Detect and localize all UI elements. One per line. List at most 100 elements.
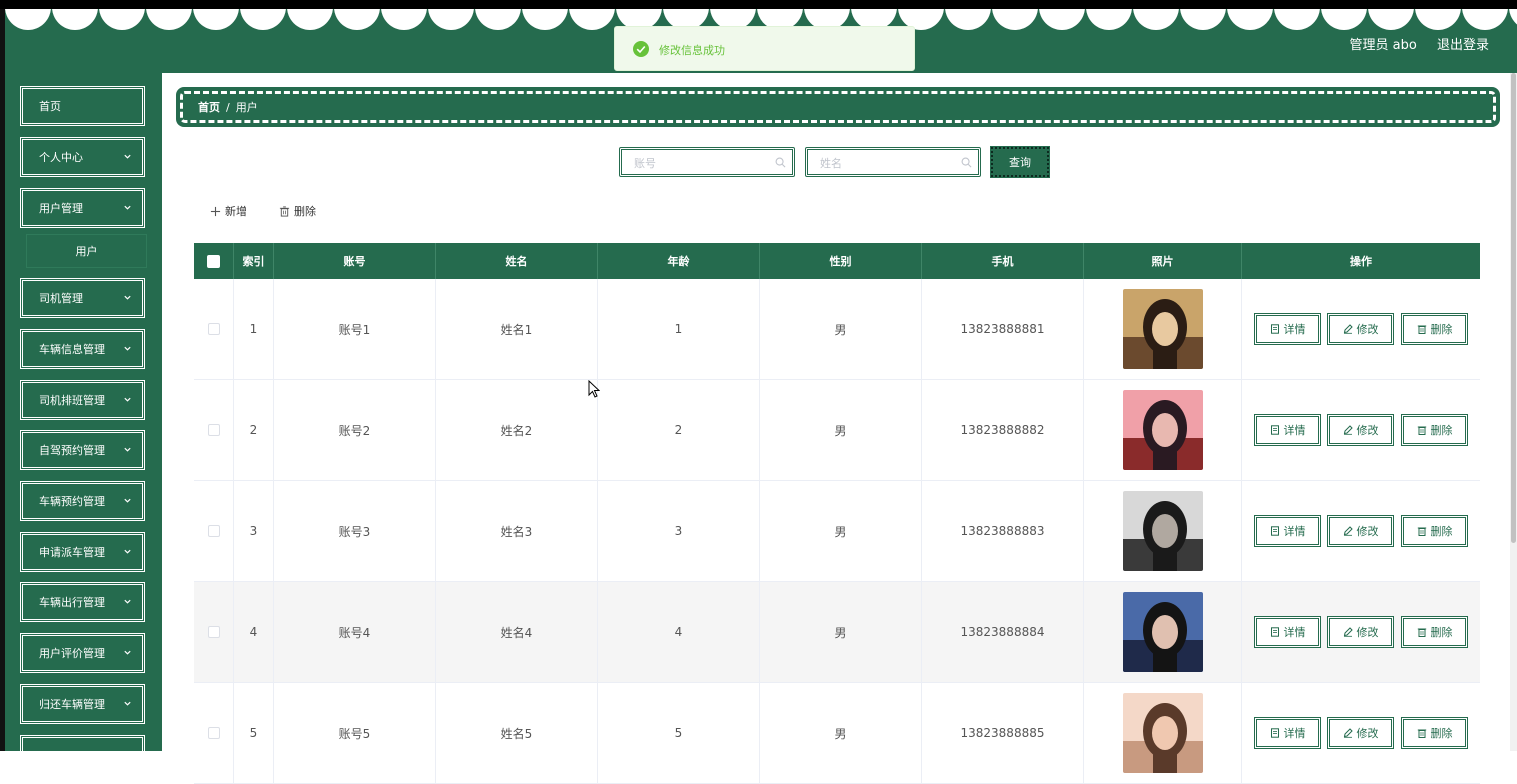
sidebar-item-vehicle-return[interactable]: 归还车辆管理 [20,684,145,724]
delete-button[interactable]: 删除 [1401,313,1468,345]
page-scrollbar[interactable] [1510,73,1517,751]
edit-button[interactable]: 修改 [1327,313,1394,345]
sidebar-item-driver-management[interactable]: 司机管理 [20,278,145,318]
logout-link[interactable]: 退出登录 [1437,38,1489,53]
sidebar-item-user-review[interactable]: 用户评价管理 [20,633,145,673]
detail-button[interactable]: 详情 [1254,414,1321,446]
cell-account: 账号4 [274,582,436,682]
batch-delete-button[interactable]: 删除 [279,203,316,219]
check-circle-icon [633,41,649,57]
row-select-cell [194,481,234,581]
scallop-shape [52,9,98,30]
cell-actions: 详情 修改 删除 [1242,279,1480,379]
scallop-shape [5,9,51,30]
table-row[interactable]: 1 账号1 姓名1 1 男 13823888881 详情 修改 删除 [194,279,1480,380]
row-checkbox[interactable] [207,626,220,638]
scallop-shape [193,9,239,30]
table-row[interactable]: 3 账号3 姓名3 3 男 13823888883 详情 修改 删除 [194,481,1480,582]
user-photo[interactable] [1122,289,1203,369]
row-checkbox[interactable] [207,727,220,739]
detail-button[interactable]: 详情 [1254,313,1321,345]
name-search-input[interactable] [818,151,962,175]
detail-label: 详情 [1283,727,1306,740]
main-content: 首页 / 用户 查询 新增 删除 索引 账号 姓名 年龄 性别 手机 照片 操作 1… [162,73,1517,784]
sidebar-item-self-drive-booking[interactable]: 自驾预约管理 [20,430,145,470]
account-search-field[interactable] [619,147,795,177]
document-icon [1270,627,1279,637]
row-checkbox[interactable] [207,424,220,436]
add-button[interactable]: 新增 [210,203,247,219]
scallop-shape [992,9,1038,30]
sidebar-subitem-user[interactable]: 用户 [26,234,147,268]
cell-name: 姓名5 [436,683,598,783]
table-row[interactable]: 4 账号4 姓名4 4 男 13823888884 详情 修改 删除 [194,582,1480,683]
column-header: 手机 [922,243,1084,279]
scallop-shape [1415,9,1461,30]
sidebar-item-user-management[interactable]: 用户管理 [20,188,145,228]
user-photo[interactable] [1122,693,1203,773]
scrollbar-thumb[interactable] [1511,73,1516,543]
scallop-shape [1180,9,1226,30]
cell-photo [1084,582,1242,682]
edit-button[interactable]: 修改 [1327,515,1394,547]
detail-label: 详情 [1283,525,1306,538]
scallop-shape [99,9,145,30]
column-header: 账号 [274,243,436,279]
cell-name: 姓名1 [436,279,598,379]
detail-button[interactable]: 详情 [1254,515,1321,547]
sidebar-item-vehicle-trip[interactable]: 车辆出行管理 [20,582,145,622]
row-select-cell [194,582,234,682]
chevron-down-icon [124,154,131,159]
breadcrumb-trail: 首页 / 用户 [198,99,258,115]
sidebar-item-label: 用户管理 [39,202,83,215]
cell-index: 3 [234,481,274,581]
scallop-shape [381,9,427,30]
delete-button[interactable]: 删除 [1401,616,1468,648]
detail-button[interactable]: 详情 [1254,616,1321,648]
edit-button[interactable]: 修改 [1327,616,1394,648]
cell-age: 1 [598,279,760,379]
cell-name: 姓名2 [436,380,598,480]
user-photo[interactable] [1122,390,1203,470]
sidebar-item-label: 申请派车管理 [39,546,105,559]
sidebar-item-driver-schedule[interactable]: 司机排班管理 [20,380,145,420]
scallop-shape [1133,9,1179,30]
edit-label: 修改 [1356,323,1379,336]
success-toast: 修改信息成功 [614,26,915,71]
detail-button[interactable]: 详情 [1254,717,1321,749]
sidebar-item-profile[interactable]: 个人中心 [20,137,145,177]
delete-button[interactable]: 删除 [1401,515,1468,547]
sidebar-item-vehicle-booking[interactable]: 车辆预约管理 [20,481,145,521]
detail-label: 详情 [1283,626,1306,639]
delete-button[interactable]: 删除 [1401,717,1468,749]
table-row[interactable]: 2 账号2 姓名2 2 男 13823888882 详情 修改 删除 [194,380,1480,481]
portrait-image [1122,592,1203,672]
trash-icon [1417,527,1426,536]
document-icon [1270,425,1279,435]
row-checkbox[interactable] [207,323,220,335]
row-checkbox[interactable] [207,525,220,537]
delete-button[interactable]: 删除 [1401,414,1468,446]
breadcrumb-home[interactable]: 首页 [198,101,220,114]
table-row[interactable]: 5 账号5 姓名5 5 男 13823888885 详情 修改 删除 [194,683,1480,784]
cell-account: 账号1 [274,279,436,379]
sidebar: 首页 个人中心 用户管理 用户 司机管理 车辆信息管理 司机排班管理 自驾预约管… [5,73,162,751]
scallop-shape [1368,9,1414,30]
sidebar-item-home[interactable]: 首页 [20,86,145,126]
edit-button[interactable]: 修改 [1327,414,1394,446]
row-select-cell [194,380,234,480]
name-search-field[interactable] [805,147,981,177]
query-button[interactable]: 查询 [990,146,1050,178]
sidebar-item-label: 车辆出行管理 [39,596,105,609]
add-button-label: 新增 [225,205,247,218]
user-photo[interactable] [1122,592,1203,672]
select-all-checkbox[interactable] [207,254,220,268]
cell-gender: 男 [760,279,922,379]
account-search-input[interactable] [632,151,776,175]
edit-button[interactable]: 修改 [1327,717,1394,749]
user-photo[interactable] [1122,491,1203,571]
sidebar-item-vehicle-info[interactable]: 车辆信息管理 [20,329,145,369]
sidebar-item-partial[interactable] [20,735,145,751]
sidebar-item-dispatch-request[interactable]: 申请派车管理 [20,532,145,572]
cell-photo [1084,683,1242,783]
